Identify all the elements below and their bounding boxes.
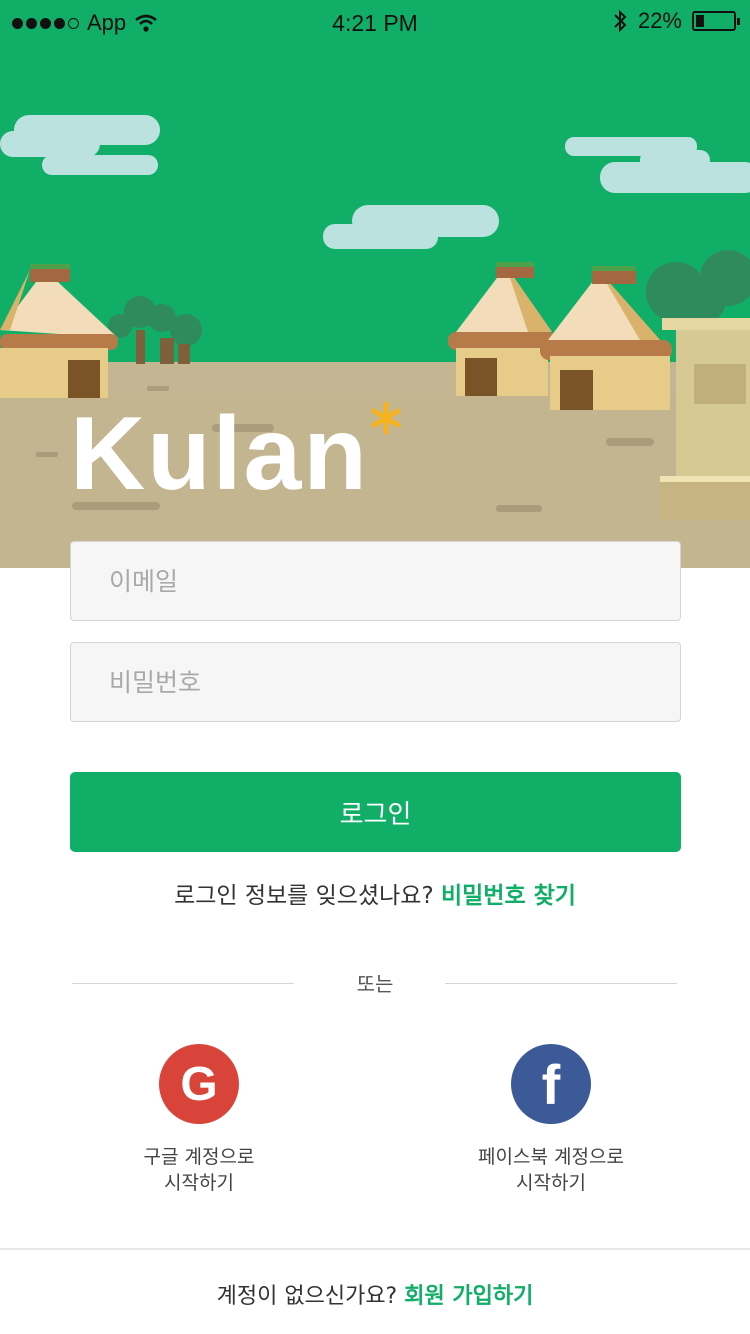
facebook-icon[interactable]: f — [511, 1044, 591, 1124]
google-icon[interactable]: G — [159, 1044, 239, 1124]
battery-percent: 22% — [637, 8, 682, 33]
battery-icon — [692, 11, 740, 31]
hero-illustration: Kulan — [0, 0, 750, 568]
facebook-label-line2: 시작하기 — [516, 1172, 586, 1194]
google-login-button[interactable]: G 구글 계정으로 시작하기 — [99, 1044, 299, 1196]
email-field-wrapper — [70, 541, 681, 621]
forgot-password-row: 로그인 정보를 잊으셨나요? 비밀번호 찾기 — [0, 876, 750, 910]
signup-row: 계정이 없으신가요? 회원 가입하기 — [0, 1278, 750, 1310]
login-button[interactable]: 로그인 — [70, 772, 681, 852]
signup-link[interactable]: 회원 가입하기 — [404, 1284, 533, 1309]
status-bar: App 4:21 PM 22% — [0, 0, 750, 46]
password-field-wrapper — [70, 642, 681, 722]
asterisk-icon — [371, 401, 401, 435]
kulan-logo: Kulan — [70, 396, 369, 512]
bluetooth-icon — [614, 9, 627, 33]
facebook-label-line1: 페이스북 계정으로 — [478, 1146, 624, 1168]
facebook-login-button[interactable]: f 페이스북 계정으로 시작하기 — [451, 1044, 651, 1196]
footer-divider — [0, 1248, 750, 1250]
google-label-line2: 시작하기 — [164, 1172, 234, 1194]
signup-text: 계정이 없으신가요? — [216, 1284, 398, 1309]
divider-line-right — [445, 983, 677, 984]
google-label-line1: 구글 계정으로 — [143, 1146, 255, 1168]
forgot-password-text: 로그인 정보를 잊으셨나요? — [174, 883, 434, 909]
password-field[interactable] — [71, 643, 680, 721]
find-password-link[interactable]: 비밀번호 찾기 — [441, 883, 576, 909]
email-field[interactable] — [71, 542, 680, 620]
